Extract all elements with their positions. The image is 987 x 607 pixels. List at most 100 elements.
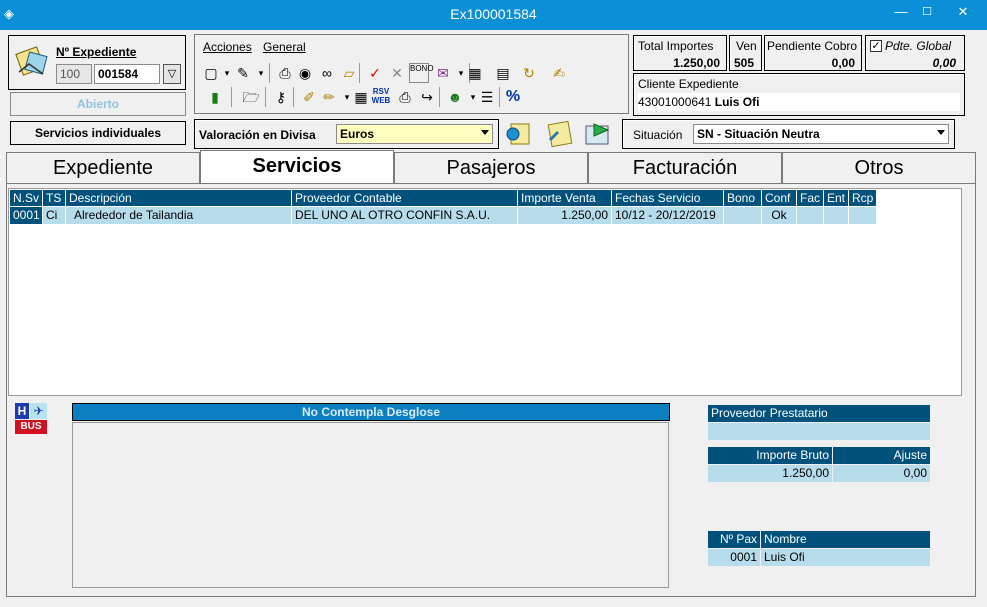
tab-pasajeros[interactable]: Pasajeros: [394, 152, 588, 184]
tab-facturacion[interactable]: Facturación: [588, 152, 782, 184]
situacion-value: SN - Situación Neutra: [697, 127, 820, 141]
grid-header-rcp[interactable]: Rcp: [849, 190, 877, 206]
desglose-panel: [72, 422, 669, 588]
importe-bruto-header: Importe Bruto: [708, 447, 832, 464]
ven-box: Ven 505: [729, 35, 762, 71]
grid-cell-proveedor[interactable]: DEL UNO AL OTRO CONFIN S.A.U.: [292, 207, 518, 224]
toolbar-separator: [265, 87, 266, 107]
pax-number-cell[interactable]: 0001: [708, 549, 760, 566]
exchange-icon[interactable]: [503, 120, 537, 148]
ven-label: Ven: [736, 39, 757, 53]
grid-cell-rcp[interactable]: [849, 207, 877, 224]
grid-cell-nsv[interactable]: 0001: [10, 207, 43, 224]
key-icon[interactable]: ⚷: [271, 87, 291, 107]
grid-header-nsv[interactable]: N.Sv: [10, 190, 43, 206]
ajuste-value[interactable]: 0,00: [833, 465, 930, 482]
printer-icon[interactable]: ⎙: [395, 87, 415, 107]
cliente-code: 43001000641: [638, 95, 712, 109]
list-icon[interactable]: ☰: [477, 87, 497, 107]
toolbar-separator: [439, 87, 440, 107]
importe-bruto-value[interactable]: 1.250,00: [708, 465, 832, 482]
expediente-type: Servicios individuales: [10, 121, 186, 145]
table-icon[interactable]: ▦: [351, 87, 371, 107]
refresh-icon[interactable]: ↻: [519, 63, 539, 83]
situacion-label: Situación: [633, 128, 683, 142]
calculator-icon[interactable]: ▦: [465, 63, 485, 83]
cliente-label: Cliente Expediente: [638, 77, 739, 91]
open-folder-icon[interactable]: 🗁: [241, 87, 261, 107]
filter-icon[interactable]: ▽: [163, 64, 181, 84]
percent-icon[interactable]: %: [503, 87, 523, 107]
menu-acciones[interactable]: Acciones: [203, 40, 252, 54]
bus-icon: BUS: [15, 420, 47, 434]
chevron-down-icon: [481, 130, 489, 135]
binoculars-icon[interactable]: ∞: [317, 63, 337, 83]
pdte-global-box: ✓ Pdte. Global 0,00: [865, 35, 965, 71]
validate-icon[interactable]: [582, 120, 614, 148]
grid-cell-descripcion[interactable]: Alrededor de Tailandia: [66, 207, 292, 224]
grid-cell-ent[interactable]: [824, 207, 849, 224]
proveedor-prestatario-header: Proveedor Prestatario: [708, 405, 930, 422]
tab-otros[interactable]: Otros: [782, 152, 976, 184]
view-icon[interactable]: ◉: [295, 63, 315, 83]
forward-icon[interactable]: ↪: [417, 87, 437, 107]
grid-cell-bono[interactable]: [724, 207, 762, 224]
divisa-label: Valoración en Divisa: [199, 128, 316, 142]
pendiente-cobro-value: 0,00: [831, 56, 855, 70]
grid-header-ts[interactable]: TS: [43, 190, 66, 206]
tab-expediente[interactable]: Expediente: [6, 152, 200, 184]
grid-header-bono[interactable]: Bono: [724, 190, 762, 206]
cross-icon[interactable]: ✕: [387, 63, 407, 83]
pdte-global-value: 0,00: [932, 56, 956, 70]
proveedor-prestatario-value[interactable]: [708, 423, 930, 440]
grid-header-fechas[interactable]: Fechas Servicio: [612, 190, 724, 206]
situacion-box: Situación SN - Situación Neutra: [622, 119, 955, 149]
toolbar-separator: [293, 87, 294, 107]
edit2-icon[interactable]: ✏: [319, 87, 339, 107]
menu-general[interactable]: General: [263, 40, 306, 54]
dropdown-icon[interactable]: ▾: [251, 63, 271, 83]
grid-header-descripcion[interactable]: Descripción: [66, 190, 292, 206]
folder-icon: [15, 44, 49, 78]
grid-header-importe[interactable]: Importe Venta: [518, 190, 612, 206]
print-icon[interactable]: ⎙: [275, 63, 295, 83]
toolbar-panel: Acciones General ▢ ▾ ✎ ▾ ⎙ ◉ ∞ ▱ ✓ ✕ BON…: [194, 34, 629, 114]
document-icon[interactable]: ▤: [493, 63, 513, 83]
grid-cell-fac[interactable]: [797, 207, 824, 224]
close-button[interactable]: ✕: [948, 2, 978, 22]
note-icon[interactable]: ✐: [299, 87, 319, 107]
toolbar-separator: [231, 87, 232, 107]
expediente-prefix: 100: [56, 64, 92, 84]
check-icon[interactable]: ✓: [365, 63, 385, 83]
scroll-icon[interactable]: [544, 120, 576, 148]
maximize-button[interactable]: ☐: [912, 2, 942, 22]
edit-icon[interactable]: ✎: [233, 63, 253, 83]
lift-icon[interactable]: ▮: [205, 87, 225, 107]
pdte-global-checkbox[interactable]: ✓: [870, 40, 882, 52]
grid-header-fac[interactable]: Fac: [797, 190, 824, 206]
title-bar: ◈ Ex100001584 — ☐ ✕: [0, 0, 987, 30]
divisa-select[interactable]: Euros: [336, 124, 493, 144]
pax-name-header: Nombre: [761, 531, 930, 548]
grid-cell-importe[interactable]: 1.250,00: [518, 207, 612, 224]
grid-header-conf[interactable]: Conf: [762, 190, 797, 206]
situacion-select[interactable]: SN - Situación Neutra: [693, 124, 949, 144]
notes-icon[interactable]: ✍: [549, 63, 569, 83]
send-icon[interactable]: ✉: [433, 63, 453, 83]
rsv-web-icon[interactable]: RSV WEB: [371, 87, 391, 107]
grid-header-ent[interactable]: Ent: [824, 190, 849, 206]
expediente-number-input[interactable]: 001584: [94, 64, 160, 84]
status-badge: Abierto: [10, 92, 186, 116]
pendiente-cobro-box: Pendiente Cobro 0,00: [764, 35, 862, 71]
grid-cell-ts[interactable]: Ci: [43, 207, 66, 224]
grid-cell-conf[interactable]: Ok: [762, 207, 797, 224]
ven-value: 505: [734, 56, 755, 70]
bono-icon[interactable]: BONO: [409, 63, 434, 83]
tab-servicios[interactable]: Servicios: [200, 150, 394, 184]
grid-cell-fechas[interactable]: 10/12 - 20/12/2019: [612, 207, 724, 224]
user-icon[interactable]: ☻: [445, 87, 465, 107]
eraser-icon[interactable]: ▱: [339, 63, 359, 83]
grid-header-proveedor[interactable]: Proveedor Contable: [292, 190, 518, 206]
tab-label: Servicios: [252, 155, 342, 177]
pax-name-cell[interactable]: Luis Ofi: [761, 549, 930, 566]
